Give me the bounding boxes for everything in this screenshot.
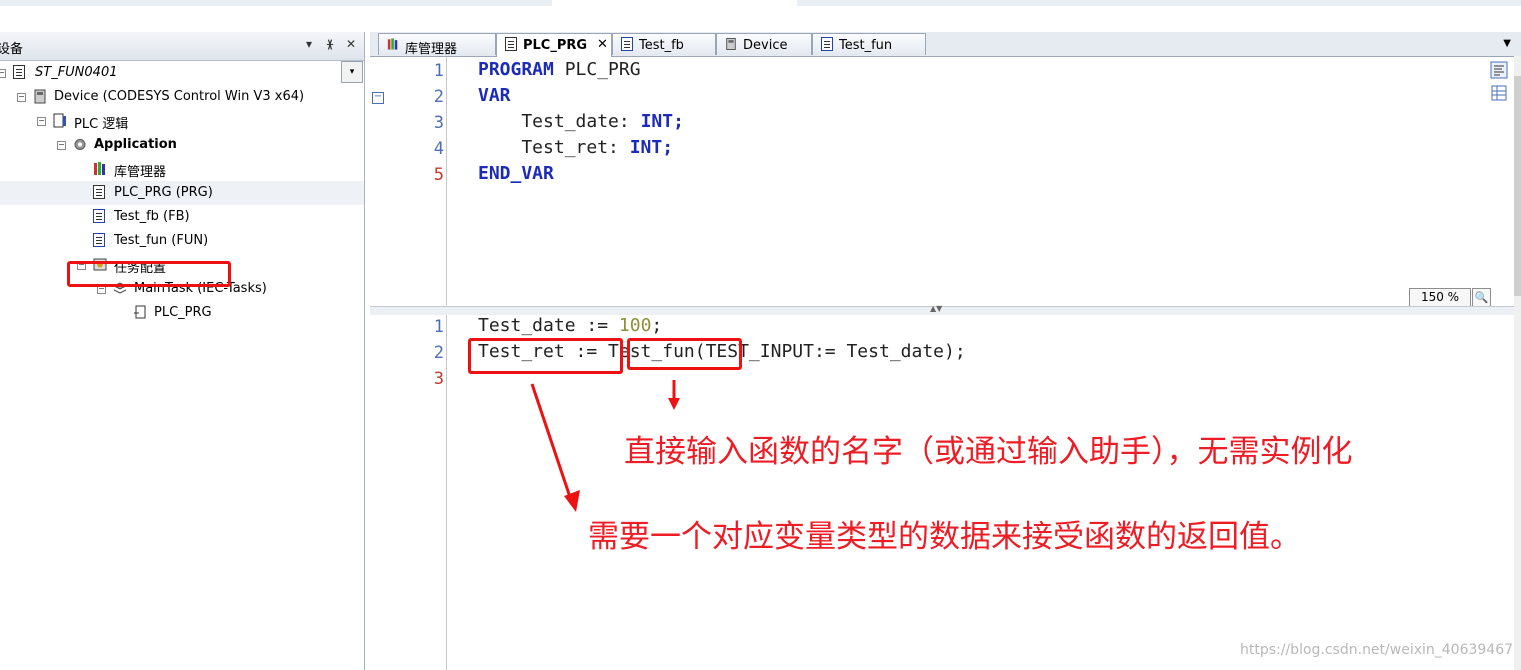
vertical-scrollbar[interactable] (1514, 56, 1521, 670)
arrowhead (564, 490, 580, 512)
scrollbar-thumb[interactable] (1514, 76, 1521, 296)
watermark: https://blog.csdn.net/weixin_40639467 (1240, 642, 1514, 658)
arrow-to-note2 (530, 383, 575, 507)
arrowhead (668, 398, 680, 410)
annotation-note-function-name: 直接输入函数的名字（或通过输入助手），无需实例化 (624, 434, 1353, 470)
annotation-note-return-value: 需要一个对应变量类型的数据来接受函数的返回值。 (588, 519, 1301, 555)
annotation-arrows (530, 380, 680, 512)
